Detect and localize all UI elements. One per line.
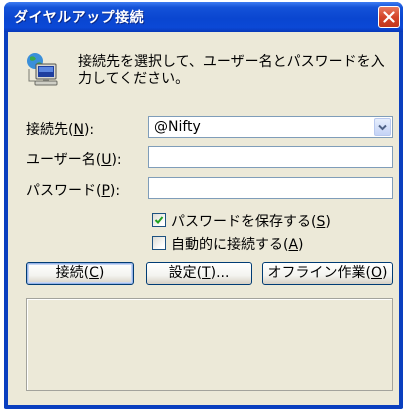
status-area bbox=[26, 298, 393, 391]
password-field[interactable] bbox=[148, 177, 393, 199]
destination-value: @Nifty bbox=[154, 119, 201, 135]
close-icon bbox=[383, 11, 395, 23]
connect-button[interactable]: 接続(C) bbox=[26, 262, 134, 285]
settings-button[interactable]: 設定(T)... bbox=[146, 262, 252, 285]
save-password-label: パスワードを保存する(S) bbox=[171, 214, 331, 230]
dropdown-button[interactable] bbox=[374, 118, 391, 136]
auto-connect-checkbox[interactable] bbox=[152, 236, 166, 250]
chevron-down-icon bbox=[378, 124, 387, 131]
close-button[interactable] bbox=[378, 6, 400, 28]
dialog-body: 接続先を選択して、ユーザー名とパスワードを入力してください。 接続先(N): @… bbox=[8, 32, 399, 405]
window-title: ダイヤルアップ接続 bbox=[14, 10, 145, 26]
username-label: ユーザー名(U): bbox=[26, 152, 122, 168]
destination-combobox[interactable]: @Nifty bbox=[148, 116, 393, 138]
password-label: パスワード(P): bbox=[26, 183, 121, 199]
offline-button[interactable]: オフライン作業(O) bbox=[262, 262, 393, 285]
dialup-dialog: ダイヤルアップ接続 接続先を選択して、ユーザー名とパスワードを入力してください。… bbox=[4, 2, 403, 409]
save-password-checkbox[interactable] bbox=[152, 213, 166, 227]
title-bar[interactable]: ダイヤルアップ接続 bbox=[4, 2, 403, 32]
instruction-text: 接続先を選択して、ユーザー名とパスワードを入力してください。 bbox=[78, 54, 385, 87]
auto-connect-label: 自動的に接続する(A) bbox=[171, 237, 304, 253]
destination-label: 接続先(N): bbox=[26, 122, 95, 138]
check-icon bbox=[154, 216, 164, 224]
username-field[interactable] bbox=[148, 146, 393, 168]
network-computer-icon bbox=[27, 53, 58, 86]
